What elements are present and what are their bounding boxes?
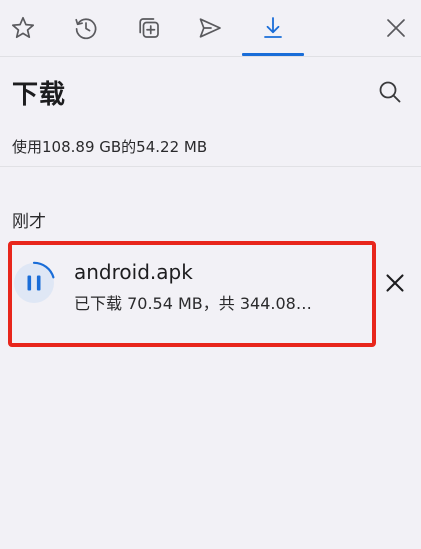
share-button[interactable]	[190, 8, 230, 48]
close-icon	[386, 274, 404, 292]
file-name: android.apk	[74, 260, 193, 284]
collections-button[interactable]	[129, 8, 169, 48]
pause-download-button[interactable]	[12, 261, 56, 305]
page-title: 下载	[12, 80, 67, 110]
star-icon	[11, 16, 35, 39]
storage-usage-text: 使用108.89 GB的54.22 MB	[12, 138, 208, 156]
favorites-button[interactable]	[3, 8, 43, 48]
close-panel-button[interactable]	[376, 8, 416, 48]
close-icon	[387, 19, 405, 37]
history-icon	[75, 18, 97, 40]
search-button[interactable]	[372, 74, 408, 110]
history-button[interactable]	[66, 8, 106, 48]
search-icon	[379, 81, 401, 103]
cancel-download-button[interactable]	[380, 268, 410, 298]
download-progress-ring	[14, 261, 55, 303]
share-icon	[199, 18, 221, 38]
download-icon	[264, 17, 282, 38]
download-status: 已下载 70.54 MB，共 344.08…	[74, 294, 312, 313]
collections-icon	[139, 18, 159, 38]
active-tab-indicator	[242, 53, 304, 56]
divider	[0, 166, 421, 167]
section-label: 刚才	[12, 212, 46, 232]
top-toolbar	[0, 0, 421, 57]
tab-downloads[interactable]	[253, 8, 293, 48]
